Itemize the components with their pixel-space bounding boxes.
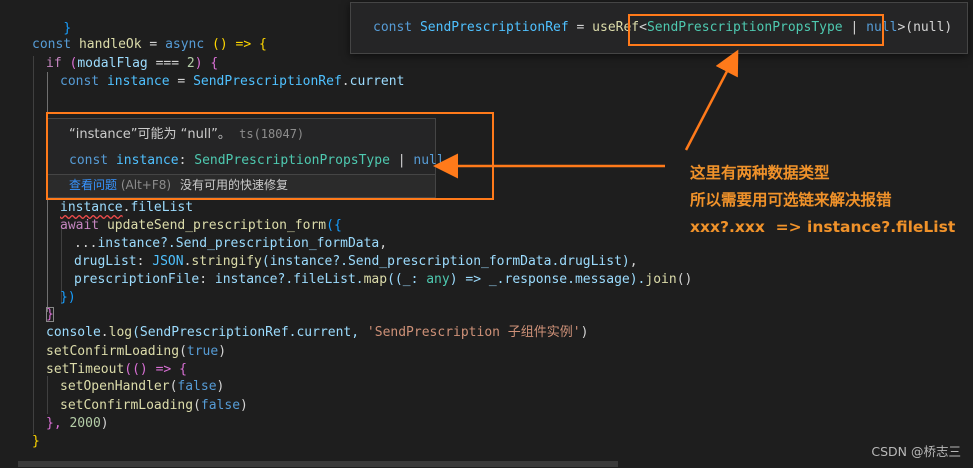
- boolean: false: [177, 379, 217, 394]
- annotation-line: 所以需要用可选链来解决报错: [690, 191, 892, 209]
- arrow-signature: () => {: [204, 37, 267, 52]
- paren: ): [216, 379, 225, 394]
- variable: console: [46, 325, 101, 340]
- code-line: setConfirmLoading(false): [60, 396, 248, 415]
- arrow-signature: (() => {: [124, 362, 187, 377]
- brace: }): [60, 290, 76, 305]
- annotation-text: 这里有两种数据类型所以需要用可选链来解决报错 xxx?.xxx => instan…: [690, 160, 955, 241]
- colon: :: [136, 254, 153, 269]
- property: current: [349, 74, 405, 89]
- colon: :: [199, 272, 215, 287]
- brace: }: [63, 21, 72, 36]
- code-line: setOpenHandler(false): [60, 377, 224, 396]
- keyword: if: [46, 56, 62, 71]
- paren: (: [193, 398, 201, 413]
- paren: (: [179, 344, 187, 359]
- error-variable[interactable]: instance: [60, 200, 123, 215]
- property-key: drugList: [74, 254, 137, 269]
- property: fileList: [130, 200, 194, 215]
- code-line: if (modalFlag === 2) {: [46, 54, 218, 73]
- brace: }: [46, 307, 54, 322]
- keyword: async: [165, 37, 205, 52]
- arguments: (null): [905, 20, 953, 35]
- expression: instance?.: [97, 236, 176, 251]
- keyword: const: [32, 37, 72, 52]
- code-line: drugList: JSON.stringify(instance?.Send_…: [74, 252, 638, 271]
- dot: .: [341, 74, 350, 89]
- code-line: }: [32, 0, 71, 36]
- hover-highlight-box: [46, 112, 494, 200]
- dot: .: [100, 325, 109, 340]
- brace: },: [46, 416, 70, 431]
- code-line: }: [32, 432, 40, 451]
- number: 2: [186, 56, 195, 71]
- annotation-line: xxx?.xxx => instance?.fileList: [690, 218, 956, 236]
- boolean: true: [186, 344, 219, 359]
- code-line: }, 2000): [46, 414, 109, 433]
- function-name: setConfirmLoading: [60, 398, 194, 413]
- function-name: log: [108, 325, 133, 340]
- code-line: instance.fileList: [60, 198, 193, 217]
- indent-guide: [47, 376, 48, 414]
- type-highlight-box: [628, 14, 884, 46]
- code-line: const instance = SendPrescriptionRef.cur…: [60, 72, 404, 91]
- indent-guide: [33, 56, 34, 434]
- boolean: false: [200, 398, 241, 413]
- function-name: map: [363, 272, 388, 287]
- operator: =: [568, 20, 593, 35]
- function-name: stringify: [191, 254, 262, 269]
- paren: ): [240, 398, 248, 413]
- expression: instance?.fileList.: [214, 272, 364, 287]
- code-line: }: [46, 305, 54, 324]
- type: any: [426, 272, 450, 287]
- code-line: prescriptionFile: instance?.fileList.map…: [74, 270, 692, 289]
- property-key: prescriptionFile: [74, 272, 200, 287]
- operator: =: [169, 74, 194, 89]
- number: 2000: [69, 416, 101, 431]
- arguments: (instance?.Send_prescription_formData.dr…: [261, 254, 630, 269]
- function-name: setTimeout: [46, 362, 125, 377]
- code-line: setConfirmLoading(true): [46, 342, 226, 361]
- function-name: updateSend_prescription_form: [106, 218, 327, 233]
- code-line: }): [60, 288, 76, 307]
- variable: SendPrescriptionRef: [193, 74, 342, 89]
- paren: ): [218, 344, 227, 359]
- string: 'SendPrescription 子组件实例': [366, 325, 581, 340]
- paren: ): [100, 416, 109, 431]
- arrow-body: ) => _.response.message).: [449, 272, 646, 287]
- function-name: setOpenHandler: [60, 379, 170, 394]
- keyword: const: [373, 20, 413, 35]
- arguments: ((_:: [387, 272, 427, 287]
- keyword: await: [60, 218, 100, 233]
- property: Send_prescription_formData: [175, 236, 380, 251]
- paren: ({: [326, 218, 342, 233]
- variable: modalFlag: [77, 56, 148, 71]
- class-name: JSON: [152, 254, 184, 269]
- code-line: console.log(SendPrescriptionRef.current,…: [46, 323, 588, 342]
- operator: ...: [74, 236, 98, 251]
- variable: instance: [106, 74, 170, 89]
- code-line: await updateSend_prescription_form({: [60, 216, 342, 235]
- code-line: ...instance?.Send_prescription_formData,: [74, 234, 387, 253]
- scrollbar-thumb[interactable]: [18, 461, 618, 467]
- keyword: const: [60, 74, 100, 89]
- variable: SendPrescriptionRef: [419, 20, 569, 35]
- watermark: CSDN @桥志三: [871, 444, 961, 459]
- code-line: const handleOk = async () => {: [32, 35, 267, 54]
- operator: ===: [147, 56, 187, 71]
- operator: =: [141, 37, 166, 52]
- paren: (: [61, 56, 78, 71]
- comma: ,: [379, 236, 388, 251]
- comma: ,: [629, 254, 638, 269]
- function-name: setConfirmLoading: [46, 344, 180, 359]
- paren: (): [676, 272, 693, 287]
- function-name: handleOk: [78, 37, 142, 52]
- arguments: (SendPrescriptionRef.current,: [132, 325, 367, 340]
- function-name: join: [645, 272, 677, 287]
- horizontal-scrollbar[interactable]: [0, 460, 973, 468]
- paren: ) {: [194, 56, 219, 71]
- brace: }: [32, 434, 40, 449]
- paren: ): [580, 325, 589, 340]
- annotation-line: 这里有两种数据类型: [690, 164, 830, 182]
